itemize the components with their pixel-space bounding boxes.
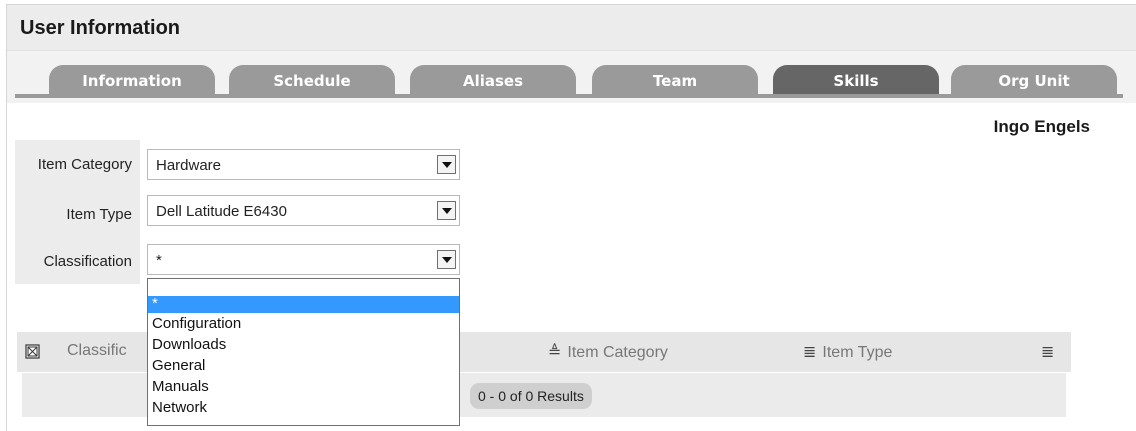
user-name: Ingo Engels: [993, 117, 1090, 136]
chevron-down-icon[interactable]: [437, 250, 456, 269]
chevron-down-icon[interactable]: [437, 155, 456, 174]
dropdown-option-blank[interactable]: [148, 279, 459, 296]
dropdown-option-downloads[interactable]: Downloads: [148, 334, 459, 355]
classification-dropdown-list: * Configuration Downloads General Manual…: [147, 278, 460, 426]
select-all-checkbox-icon[interactable]: [25, 344, 41, 360]
classification-label: Classification: [43, 253, 132, 270]
column-classification[interactable]: Classific: [67, 342, 127, 360]
column-item-type-header[interactable]: ≣ Item Type: [803, 342, 892, 362]
dropdown-option-general[interactable]: General: [148, 355, 459, 376]
tab-aliases[interactable]: Aliases: [410, 65, 576, 97]
chevron-down-icon[interactable]: [437, 201, 456, 220]
form-labels-column: Item Category Item Type Classification: [15, 140, 140, 284]
page-title: User Information: [20, 17, 181, 39]
item-type-label: Item Type: [66, 206, 132, 223]
item-type-select[interactable]: Dell Latitude E6430: [147, 195, 460, 226]
classification-value: *: [156, 252, 162, 269]
item-category-select[interactable]: Hardware: [147, 149, 460, 180]
tab-team[interactable]: Team: [592, 65, 758, 97]
item-category-value: Hardware: [156, 157, 222, 174]
dropdown-option-all[interactable]: *: [148, 296, 459, 313]
column-item-type: Item Type: [822, 344, 893, 361]
results-count: 0 - 0 of 0 Results: [470, 383, 592, 409]
tab-information[interactable]: Information: [49, 65, 215, 97]
tab-skills[interactable]: Skills: [773, 65, 939, 97]
tab-schedule[interactable]: Schedule: [229, 65, 395, 97]
item-category-label: Item Category: [37, 156, 132, 173]
tab-underline: [15, 94, 1123, 98]
title-bar: User Information: [7, 5, 1136, 51]
sort-icon[interactable]: ≣: [803, 344, 816, 361]
item-type-value: Dell Latitude E6430: [156, 203, 287, 220]
column-item-category-header[interactable]: ≜ Item Category: [548, 342, 668, 362]
dropdown-option-manuals[interactable]: Manuals: [148, 376, 459, 397]
column-item-category: Item Category: [567, 344, 668, 361]
sort-icon[interactable]: ≣: [1041, 342, 1054, 362]
dropdown-option-network[interactable]: Network: [148, 397, 459, 418]
classification-select[interactable]: *: [147, 244, 460, 275]
tab-org-unit[interactable]: Org Unit: [951, 65, 1117, 97]
dropdown-option-configuration[interactable]: Configuration: [148, 313, 459, 334]
sort-ascending-icon[interactable]: ≜: [548, 344, 561, 361]
